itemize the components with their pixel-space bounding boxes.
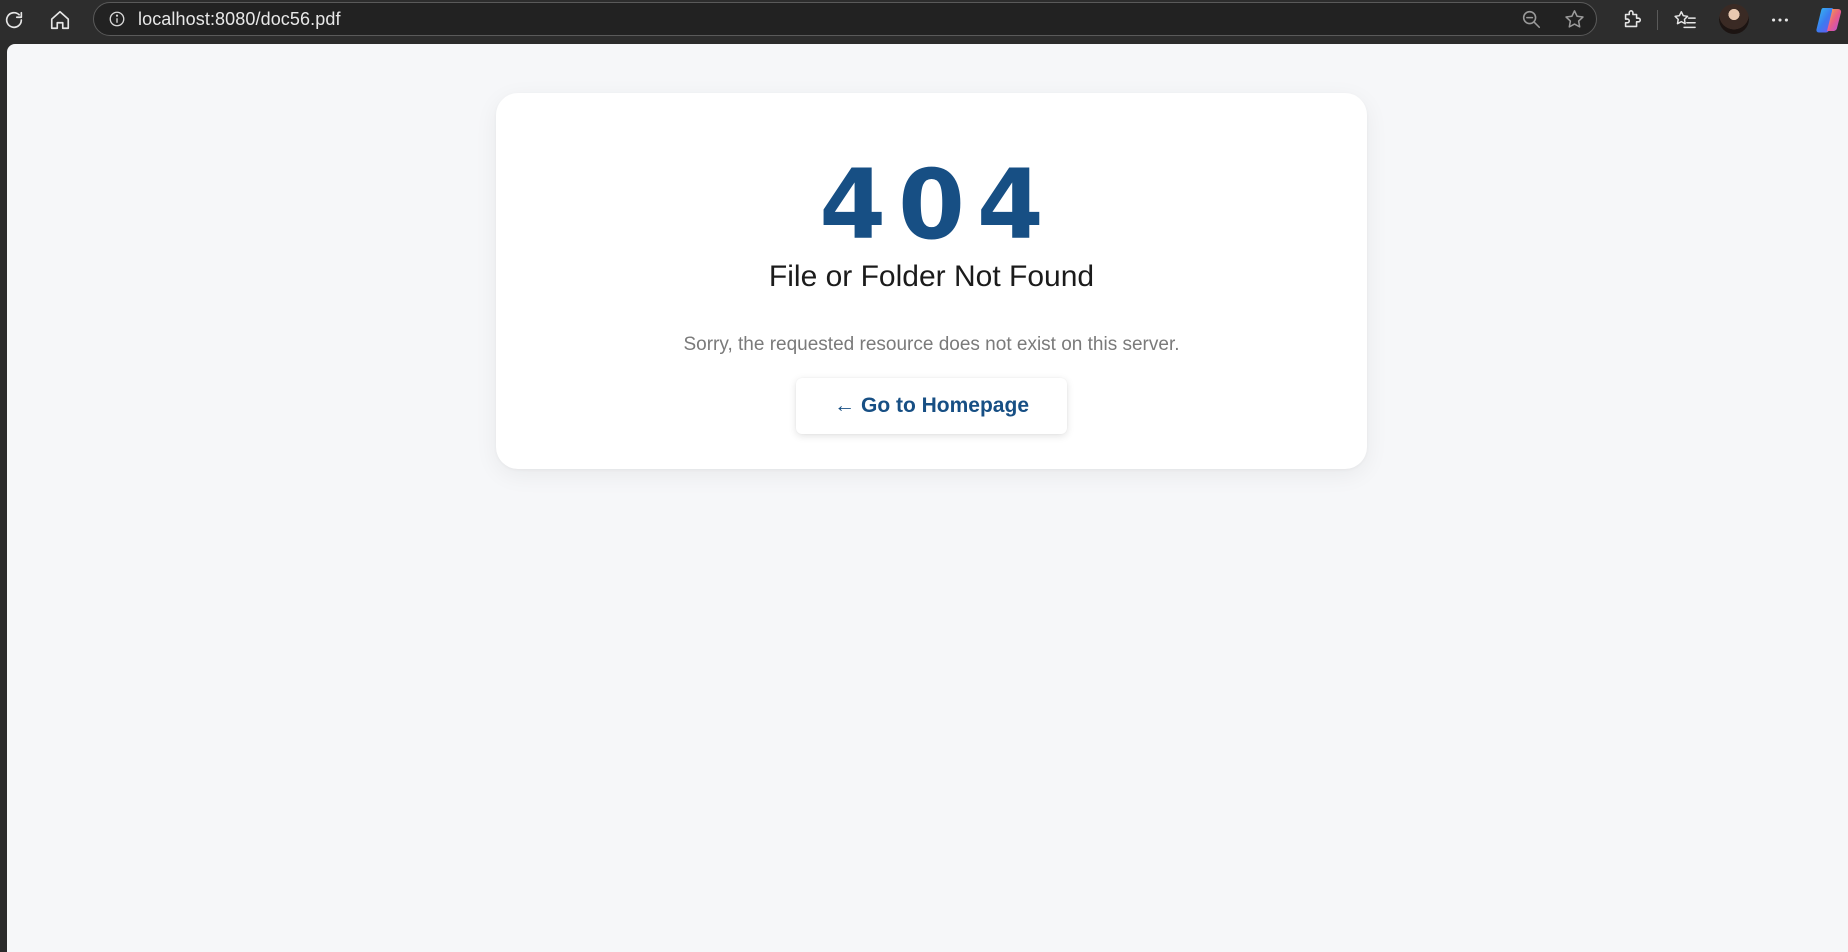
copilot-icon	[1816, 8, 1842, 33]
go-to-homepage-button[interactable]: ← Go to Homepage	[796, 378, 1067, 434]
home-button-label: Go to Homepage	[860, 394, 1029, 417]
copilot-button[interactable]	[1814, 6, 1844, 34]
favorites-icon	[1674, 11, 1696, 29]
extensions-icon	[1624, 10, 1642, 28]
toolbar-divider	[1657, 10, 1658, 30]
star-icon	[1564, 9, 1584, 28]
error-card: 404 File or Folder Not Found Sorry, the …	[496, 93, 1367, 469]
zoom-out-icon	[1522, 10, 1541, 29]
browser-toolbar: localhost:8080/doc56.pdf	[0, 0, 1848, 40]
reload-button[interactable]	[0, 0, 34, 40]
zoom-out-button[interactable]	[1513, 3, 1549, 35]
site-info-button[interactable]	[104, 3, 130, 35]
error-code: 404	[819, 149, 1056, 261]
favorites-button[interactable]	[1665, 0, 1705, 40]
more-icon	[1772, 18, 1788, 22]
home-icon	[50, 10, 70, 30]
extensions-button[interactable]	[1612, 0, 1652, 40]
info-icon	[109, 11, 125, 27]
more-button[interactable]	[1760, 0, 1800, 40]
error-message: Sorry, the requested resource does not e…	[683, 334, 1180, 355]
error-title: File or Folder Not Found	[768, 260, 1095, 293]
profile-avatar[interactable]	[1719, 4, 1749, 34]
favorite-button[interactable]	[1556, 3, 1592, 35]
reload-icon	[5, 11, 23, 29]
arrow-left-icon: ←	[833, 394, 855, 417]
home-button[interactable]	[40, 0, 80, 40]
address-bar[interactable]: localhost:8080/doc56.pdf	[93, 2, 1597, 36]
page-viewport: 404 File or Folder Not Found Sorry, the …	[7, 44, 1848, 952]
url-text[interactable]: localhost:8080/doc56.pdf	[138, 3, 341, 35]
